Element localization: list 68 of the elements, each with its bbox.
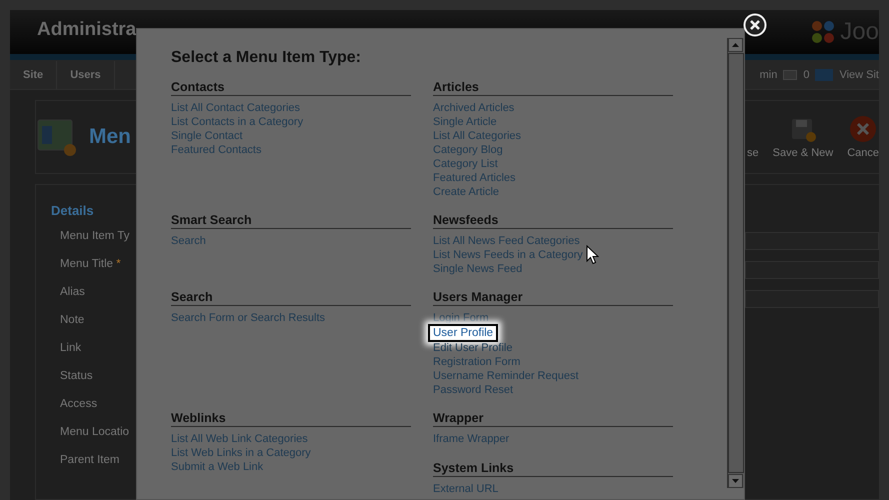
- input-field[interactable]: [745, 261, 879, 279]
- menu-type-link[interactable]: Category Blog: [433, 143, 503, 157]
- section-heading: Contacts: [171, 80, 411, 96]
- menu-type-link[interactable]: List Contacts in a Category: [171, 115, 304, 129]
- menu-type-link[interactable]: Search: [171, 234, 206, 248]
- menu-type-link[interactable]: Single Article: [433, 115, 497, 129]
- monitor-icon: [815, 68, 834, 80]
- menu-type-link[interactable]: Submit a Web Link: [171, 460, 264, 474]
- input-field[interactable]: [745, 232, 879, 250]
- menu-type-link[interactable]: List All Categories: [433, 129, 522, 143]
- message-count: 0: [803, 68, 810, 80]
- menu-type-link[interactable]: User Profile: [428, 324, 498, 342]
- field-label: Access: [60, 397, 98, 412]
- cancel-icon: [849, 115, 878, 143]
- scroll-up-icon[interactable]: [728, 38, 743, 52]
- toolbar-button[interactable]: se: [747, 115, 759, 159]
- section-heading: Wrapper: [433, 411, 673, 427]
- menu-item[interactable]: Users: [57, 60, 115, 88]
- section-heading: Search: [171, 290, 411, 306]
- menu-type-link[interactable]: List Web Links in a Category: [171, 446, 311, 460]
- menu-type-link[interactable]: Password Reset: [433, 383, 514, 397]
- menu-type-link[interactable]: Login Form: [433, 311, 489, 325]
- menu-type-link[interactable]: List News Feeds in a Category: [433, 248, 583, 262]
- section-heading: Newsfeeds: [433, 213, 673, 229]
- field-label: Menu Item Ty: [60, 229, 130, 244]
- field-label: Status: [60, 369, 94, 384]
- menu-type-link[interactable]: Archived Articles: [433, 101, 514, 115]
- field-label: Link: [60, 341, 82, 356]
- menu-type-link[interactable]: Search Form or Search Results: [171, 311, 326, 325]
- menu-type-link[interactable]: Registration Form: [433, 355, 520, 369]
- input-field[interactable]: [745, 290, 879, 308]
- menu-type-link[interactable]: List All News Feed Categories: [433, 234, 580, 248]
- menu-type-link[interactable]: List All Web Link Categories: [171, 432, 308, 446]
- field-label: Menu Title *: [60, 257, 122, 272]
- section-heading: Users Manager: [433, 290, 673, 306]
- menu-type-link[interactable]: Edit User Profile: [433, 341, 512, 355]
- modal-title: Select a Menu Item Type:: [171, 49, 362, 67]
- section-heading: System Links: [433, 461, 673, 477]
- menu-type-link[interactable]: Featured Contacts: [171, 143, 262, 157]
- field-label: Menu Locatio: [60, 425, 130, 440]
- menu-type-link[interactable]: External URL: [433, 482, 498, 496]
- menu-type-link[interactable]: List All Contact Categories: [171, 101, 300, 115]
- toolbar-button[interactable]: Cance: [847, 115, 879, 159]
- menu-type-link[interactable]: Category List: [433, 157, 498, 171]
- page-title: Men: [89, 125, 131, 149]
- section-heading: Weblinks: [171, 411, 411, 427]
- section-heading: Smart Search: [171, 213, 411, 229]
- admin-title: Administra: [37, 19, 136, 41]
- section-legend: Details: [51, 203, 130, 218]
- toolbar-button[interactable]: Save & New: [772, 115, 834, 159]
- field-label: Note: [60, 313, 86, 328]
- section-heading: Articles: [433, 80, 673, 96]
- menu-item[interactable]: Site: [10, 60, 58, 88]
- user-label: min: [760, 68, 778, 80]
- menu-type-link[interactable]: Single Contact: [171, 129, 243, 143]
- field-label: Parent Item: [60, 453, 120, 468]
- scrollbar[interactable]: [727, 38, 744, 488]
- floppy-disk-icon: [790, 117, 816, 143]
- field-label: Alias: [60, 285, 86, 300]
- scroll-down-icon[interactable]: [728, 474, 743, 488]
- menu-type-link[interactable]: Single News Feed: [433, 262, 522, 276]
- message-icon: [783, 70, 798, 80]
- menu-type-link[interactable]: Username Reminder Request: [433, 369, 579, 383]
- view-site-link[interactable]: View Sit: [839, 68, 879, 80]
- menu-type-link[interactable]: Iframe Wrapper: [433, 432, 510, 446]
- cursor-icon: [586, 245, 599, 265]
- menu-type-link[interactable]: Create Article: [433, 185, 500, 199]
- menu-type-link[interactable]: Featured Articles: [433, 171, 516, 185]
